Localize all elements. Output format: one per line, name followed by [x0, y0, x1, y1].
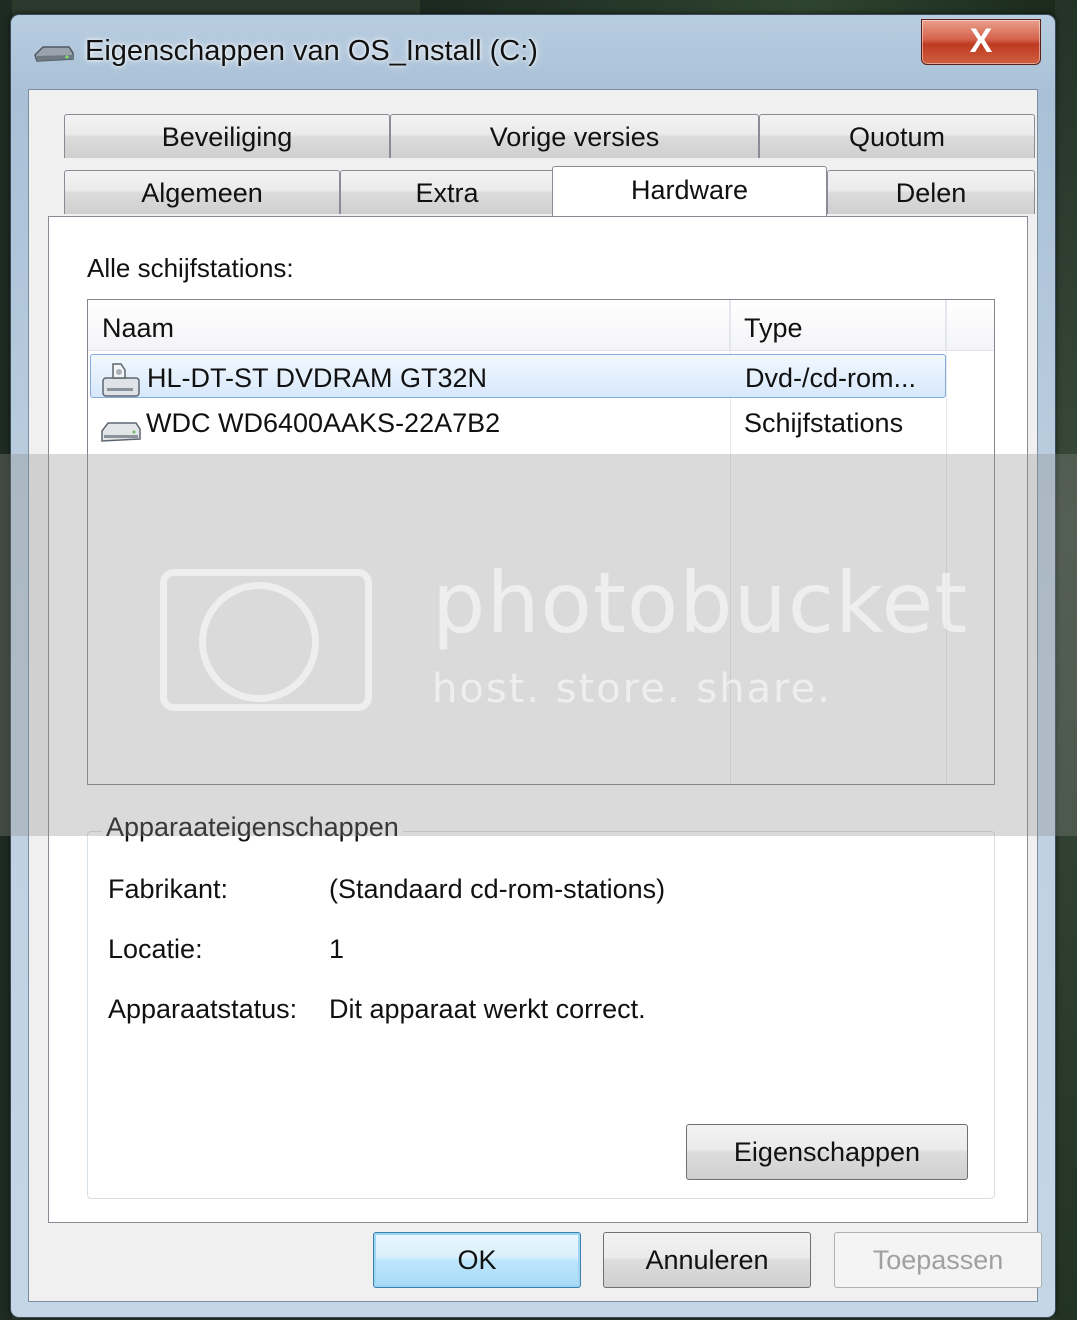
cancel-button[interactable]: Annuleren — [603, 1232, 811, 1288]
properties-window: Eigenschappen van OS_Install (C:) X Beve… — [10, 14, 1056, 1318]
tab-label: Extra — [415, 178, 479, 208]
tab-algemeen[interactable]: Algemeen — [64, 170, 340, 214]
ok-button[interactable]: OK — [373, 1232, 581, 1288]
drive-type: Schijfstations — [744, 408, 904, 438]
list-item[interactable]: WDC WD6400AAKS-22A7B2 Schijfstations — [90, 400, 946, 444]
title-bar[interactable]: Eigenschappen van OS_Install (C:) X — [11, 15, 1055, 91]
location-value: 1 — [329, 934, 345, 964]
column-separator — [946, 300, 947, 784]
column-header-type[interactable]: Type — [730, 300, 946, 350]
drive-name: HL-DT-ST DVDRAM GT32N — [147, 363, 488, 393]
hard-drive-icon — [101, 422, 141, 442]
close-icon: X — [969, 22, 993, 60]
tab-label: Algemeen — [141, 178, 263, 208]
location-label: Locatie: — [108, 934, 203, 964]
background-right — [1055, 0, 1077, 1320]
dvd-drive-icon — [102, 363, 140, 397]
device-status-value: Dit apparaat werkt correct. — [329, 994, 646, 1024]
manufacturer-label: Fabrikant: — [108, 874, 229, 904]
device-status-label: Apparaatstatus: — [108, 994, 298, 1024]
group-title: Apparaateigenschappen — [102, 812, 403, 843]
window-title: Eigenschappen van OS_Install (C:) — [85, 35, 538, 67]
device-properties-button[interactable]: Eigenschappen — [686, 1124, 968, 1180]
hardware-tab-panel: Alle schijfstations: Naam Type HL-DT-ST … — [48, 216, 1028, 1223]
drive-type: Dvd-/cd-rom... — [745, 363, 917, 393]
tab-beveiliging[interactable]: Beveiliging — [64, 114, 390, 158]
device-properties-group: Apparaateigenschappen Fabrikant: (Standa… — [87, 812, 995, 1199]
tab-extra[interactable]: Extra — [340, 170, 554, 214]
tab-hardware[interactable]: Hardware — [552, 166, 827, 216]
drive-name: WDC WD6400AAKS-22A7B2 — [146, 408, 501, 438]
drive-icon — [34, 46, 74, 62]
tab-label: Vorige versies — [489, 122, 660, 152]
tab-label: Quotum — [848, 122, 946, 152]
drives-list-label: Alle schijfstations: — [87, 253, 294, 283]
client-area: Beveiliging Vorige versies Quotum Algeme… — [28, 89, 1042, 1302]
tab-delen[interactable]: Delen — [827, 170, 1035, 214]
column-header-naam[interactable]: Naam — [88, 300, 730, 350]
list-item[interactable]: HL-DT-ST DVDRAM GT32N Dvd-/cd-rom... — [90, 354, 946, 398]
tab-quotum[interactable]: Quotum — [759, 114, 1035, 158]
tab-label: Delen — [895, 178, 967, 208]
list-header: Naam Type — [88, 300, 994, 351]
drives-list[interactable]: Naam Type HL-DT-ST DVDRAM GT32N Dvd-/cd-… — [87, 299, 995, 785]
tab-label: Hardware — [630, 175, 749, 205]
tab-label: Beveiliging — [161, 122, 293, 152]
close-button[interactable]: X — [921, 19, 1041, 65]
apply-button[interactable]: Toepassen — [834, 1232, 1042, 1288]
manufacturer-value: (Standaard cd-rom-stations) — [329, 874, 666, 904]
tab-vorige-versies[interactable]: Vorige versies — [390, 114, 759, 158]
